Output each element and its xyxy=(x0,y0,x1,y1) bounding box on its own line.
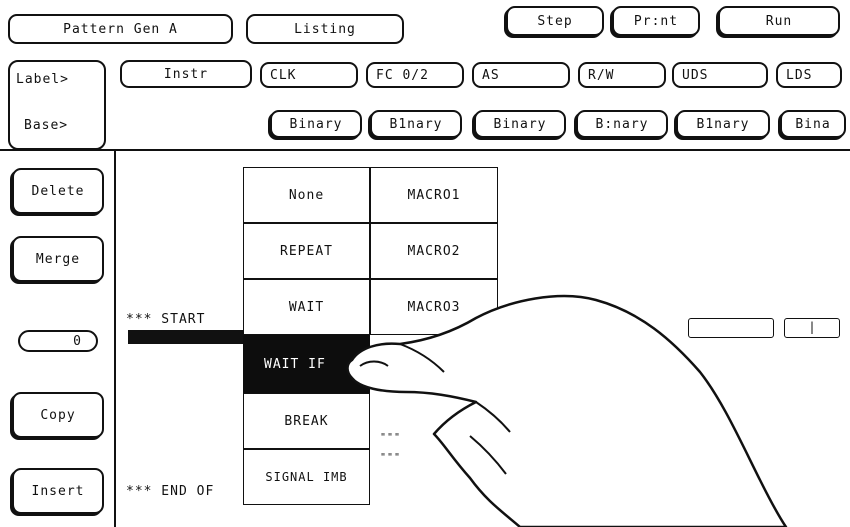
pointing-hand-icon xyxy=(346,294,788,527)
